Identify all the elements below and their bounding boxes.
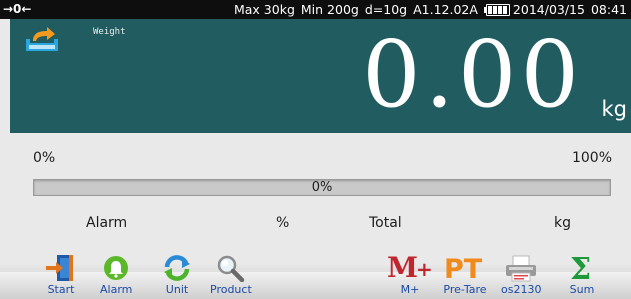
printer-button[interactable]: os2130 [501, 252, 541, 296]
battery-icon [483, 3, 510, 16]
bottom-toolbar: Start Alarm Unit Product M + M+ PT Pre-T… [0, 252, 631, 299]
sum-label: Sum [569, 283, 595, 296]
svg-text:+: + [416, 257, 433, 281]
progress-max-label: 100% [571, 150, 612, 166]
svg-text:PT: PT [444, 254, 483, 282]
printer-label: os2130 [501, 283, 542, 296]
weight-unit: kg [601, 97, 628, 121]
total-label: Total [369, 215, 402, 231]
door-exit-icon [46, 255, 73, 281]
progress-bar: 0% [33, 179, 611, 196]
pre-tare-button[interactable]: PT Pre-Tare [442, 252, 488, 296]
zero-indicator: →0← [3, 2, 32, 16]
pt-icon: PT [444, 254, 483, 282]
bell-icon [104, 256, 129, 280]
total-unit: kg [554, 215, 571, 231]
tare-arrow-icon[interactable] [25, 25, 59, 53]
progress-min-label: 0% [33, 150, 56, 166]
unit-label: Unit [165, 283, 189, 296]
scale-screen: →0← Max 30kg Min 200g d=10g A1.12.02A 20… [0, 0, 631, 299]
sum-button[interactable]: Σ Sum [568, 252, 596, 296]
pre-tare-label: Pre-Tare [443, 283, 487, 296]
product-button[interactable]: Product [210, 252, 252, 296]
m-plus-button[interactable]: M + M+ [387, 252, 433, 296]
max-capacity: Max 30kg [233, 2, 295, 17]
m-plus-label: M+ [400, 283, 420, 296]
product-label: Product [210, 283, 252, 296]
min-capacity: Min 200g [300, 2, 359, 17]
cycle-arrows-icon [164, 255, 190, 281]
start-button[interactable]: Start [44, 252, 78, 296]
svg-text:M: M [387, 252, 418, 282]
alarm-button[interactable]: Alarm [100, 252, 132, 296]
unit-button[interactable]: Unit [162, 252, 192, 296]
sigma-icon: Σ [570, 252, 591, 282]
time: 08:41 [590, 2, 627, 17]
alarm-unit: % [276, 215, 290, 231]
magnifier-icon [217, 255, 245, 282]
weight-value: 0.00 [362, 21, 583, 128]
start-label: Start [47, 283, 75, 296]
weight-display: Weight 0.00 kg [10, 19, 631, 133]
svg-text:Σ: Σ [570, 252, 591, 282]
weight-label: Weight [93, 27, 126, 37]
progress-value: 0% [311, 180, 333, 195]
alarm-label: Alarm [86, 215, 128, 231]
alarm-label-button: Alarm [100, 283, 133, 296]
m-plus-icon: M + [387, 252, 433, 282]
printer-icon [506, 255, 537, 282]
